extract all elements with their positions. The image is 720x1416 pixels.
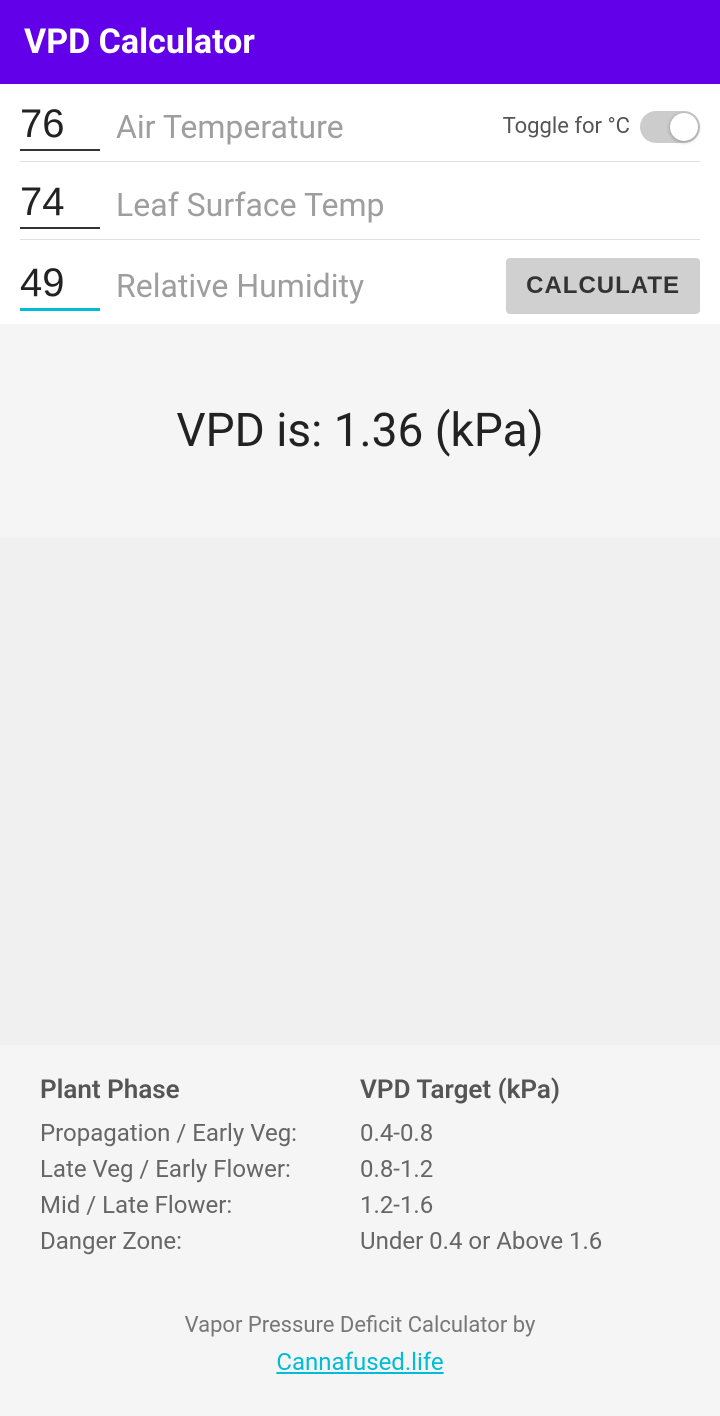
leaf-temp-input[interactable] bbox=[20, 180, 100, 229]
reference-row: Mid / Late Flower:1.2-1.6 bbox=[40, 1191, 680, 1219]
air-temp-row: Air Temperature Toggle for °C bbox=[20, 84, 700, 162]
ref-vpd-3: Under 0.4 or Above 1.6 bbox=[360, 1227, 680, 1255]
ref-phase-2: Mid / Late Flower: bbox=[40, 1191, 360, 1219]
app-header: VPD Calculator bbox=[0, 0, 720, 84]
celsius-toggle[interactable] bbox=[640, 111, 700, 143]
ref-vpd-0: 0.4-0.8 bbox=[360, 1119, 680, 1147]
humidity-input[interactable] bbox=[20, 261, 100, 311]
input-section: Air Temperature Toggle for °C Leaf Surfa… bbox=[0, 84, 720, 324]
leaf-temp-row: Leaf Surface Temp bbox=[20, 162, 700, 240]
ref-col1-header: Plant Phase bbox=[40, 1075, 360, 1105]
calculate-button[interactable]: CALCULATE bbox=[506, 258, 700, 314]
footer-link[interactable]: Cannafused.life bbox=[20, 1348, 700, 1376]
ref-col2-header: VPD Target (kPa) bbox=[360, 1075, 680, 1105]
result-section: VPD is: 1.36 (kPa) bbox=[0, 324, 720, 538]
reference-section: Plant Phase VPD Target (kPa) Propagation… bbox=[0, 1045, 720, 1283]
app-title: VPD Calculator bbox=[24, 22, 255, 62]
reference-row: Propagation / Early Veg:0.4-0.8 bbox=[40, 1119, 680, 1147]
ref-phase-1: Late Veg / Early Flower: bbox=[40, 1155, 360, 1183]
ref-vpd-1: 0.8-1.2 bbox=[360, 1155, 680, 1183]
ref-vpd-2: 1.2-1.6 bbox=[360, 1191, 680, 1219]
air-temp-label: Air Temperature bbox=[116, 108, 503, 146]
reference-rows: Propagation / Early Veg:0.4-0.8Late Veg … bbox=[40, 1119, 680, 1255]
ref-phase-0: Propagation / Early Veg: bbox=[40, 1119, 360, 1147]
air-temp-input[interactable] bbox=[20, 102, 100, 151]
toggle-label: Toggle for °C bbox=[503, 114, 630, 139]
leaf-temp-label: Leaf Surface Temp bbox=[116, 186, 700, 224]
humidity-label: Relative Humidity bbox=[116, 267, 506, 305]
humidity-row: Relative Humidity CALCULATE bbox=[20, 240, 700, 324]
celsius-toggle-container: Toggle for °C bbox=[503, 111, 700, 143]
ref-phase-3: Danger Zone: bbox=[40, 1227, 360, 1255]
reference-row: Danger Zone:Under 0.4 or Above 1.6 bbox=[40, 1227, 680, 1255]
reference-row: Late Veg / Early Flower:0.8-1.2 bbox=[40, 1155, 680, 1183]
reference-header: Plant Phase VPD Target (kPa) bbox=[40, 1075, 680, 1105]
footer-text: Vapor Pressure Deficit Calculator by bbox=[20, 1313, 700, 1338]
footer: Vapor Pressure Deficit Calculator by Can… bbox=[0, 1283, 720, 1416]
vpd-result: VPD is: 1.36 (kPa) bbox=[176, 404, 543, 458]
